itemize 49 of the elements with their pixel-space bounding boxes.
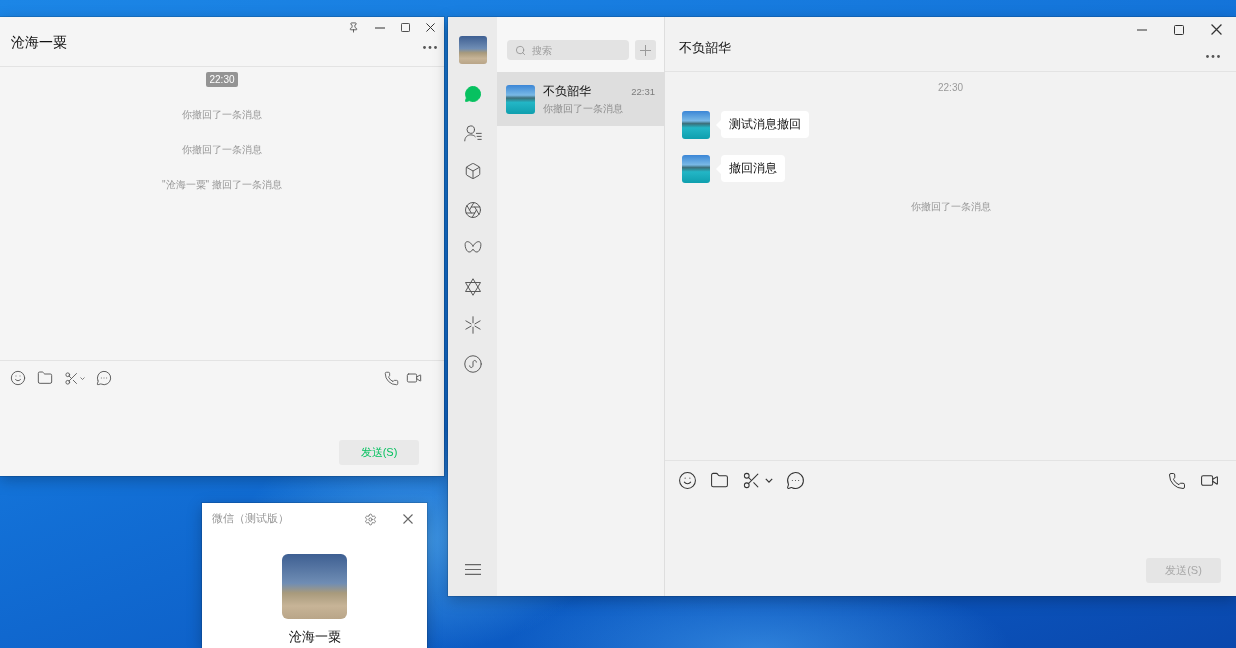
close-icon[interactable] [403, 514, 413, 524]
smiley-icon[interactable] [678, 471, 697, 490]
maximize-icon[interactable] [401, 23, 410, 32]
user-name: 沧海一粟 [288, 628, 341, 646]
scissors-icon[interactable] [742, 471, 761, 490]
search-field[interactable]: 搜索 [507, 40, 629, 60]
window-title: 微信（测试版） [212, 512, 289, 526]
more-icon[interactable] [1205, 55, 1221, 58]
plus-icon [640, 44, 651, 56]
speech-bubble-icon[interactable] [96, 370, 112, 386]
avatar-photo [682, 155, 710, 183]
sparkle-icon[interactable] [463, 316, 482, 335]
contact-name: 不负韶华 [543, 82, 591, 100]
chat-title: 不负韶华 [679, 39, 731, 57]
avatar-photo [506, 84, 535, 114]
phone-icon[interactable] [1168, 471, 1186, 490]
search-icon [515, 44, 526, 56]
video-camera-icon[interactable] [406, 370, 422, 386]
speech-bubble-icon[interactable] [786, 471, 805, 490]
star-icon[interactable] [463, 277, 482, 296]
smiley-icon[interactable] [10, 370, 26, 386]
chat-title: 沧海一粟 [11, 33, 67, 52]
timestamp: 22:30 [938, 81, 963, 95]
squiggle-circle-icon[interactable] [463, 354, 482, 373]
avatar-photo [282, 554, 347, 619]
pin-icon[interactable] [348, 22, 359, 33]
minimize-icon[interactable] [1137, 28, 1147, 31]
maximize-icon[interactable] [1174, 24, 1184, 35]
close-icon[interactable] [1211, 24, 1222, 35]
settings-icon[interactable] [364, 512, 377, 526]
menu-icon[interactable] [464, 564, 481, 575]
aperture-icon[interactable] [463, 200, 482, 219]
person-icon[interactable] [463, 123, 482, 142]
scissors-icon[interactable] [64, 370, 79, 386]
chat-message: 撤回消息 [716, 155, 785, 182]
folder-icon[interactable] [710, 471, 729, 490]
more-icon[interactable] [423, 46, 437, 49]
chat-message: 测试消息撤回 [716, 111, 809, 138]
minimize-icon[interactable] [375, 26, 385, 29]
timestamp: 22:30 [206, 72, 238, 87]
phone-icon[interactable] [384, 370, 399, 386]
message-time: 22:31 [631, 85, 655, 97]
send-button[interactable]: 发送(S) [339, 440, 419, 465]
folder-icon[interactable] [37, 370, 53, 386]
close-icon[interactable] [426, 23, 435, 32]
caret-icon[interactable] [765, 478, 773, 483]
avatar-photo [682, 111, 710, 139]
avatar-photo[interactable] [458, 36, 487, 64]
cube-icon[interactable] [463, 162, 482, 181]
